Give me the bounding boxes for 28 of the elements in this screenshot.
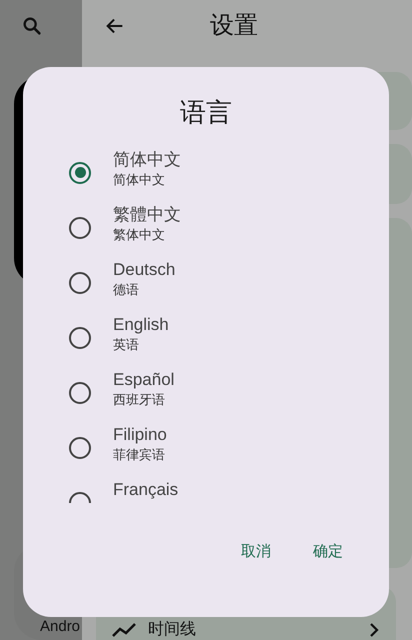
language-name[interactable]: 繁體中文 (113, 204, 181, 226)
language-name[interactable]: Deutsch (113, 259, 176, 281)
radio-button[interactable] (69, 272, 91, 294)
radio-button[interactable] (69, 216, 91, 238)
language-translation: 繁体中文 (113, 226, 166, 244)
language-name[interactable]: 简体中文 (113, 149, 181, 171)
cancel-button[interactable]: 取消 (235, 537, 277, 568)
row-label: 时间线 (148, 621, 196, 639)
language-name[interactable]: English (113, 314, 169, 336)
line-chart-icon (112, 623, 136, 637)
dialog-title: 语言 (180, 96, 232, 129)
confirm-button[interactable]: 确定 (307, 537, 349, 568)
radio-button[interactable] (69, 436, 91, 458)
language-translation: 简体中文 (113, 171, 166, 189)
page-title: 设置 (210, 11, 258, 41)
radio-button[interactable] (69, 326, 91, 348)
language-translation: 德语 (113, 281, 140, 299)
chevron-right-icon (368, 622, 380, 638)
language-translation: 英语 (113, 336, 140, 354)
language-translation: 菲律宾语 (113, 446, 166, 464)
language-translation: 西班牙语 (113, 391, 166, 409)
search-icon[interactable] (21, 15, 43, 37)
radio-button[interactable] (69, 382, 91, 404)
side-label: Andro (40, 616, 80, 636)
language-name[interactable]: Español (113, 369, 174, 391)
language-name[interactable]: Français (113, 479, 178, 501)
language-name[interactable]: Filipino (113, 424, 167, 446)
radio-button[interactable] (69, 162, 91, 184)
